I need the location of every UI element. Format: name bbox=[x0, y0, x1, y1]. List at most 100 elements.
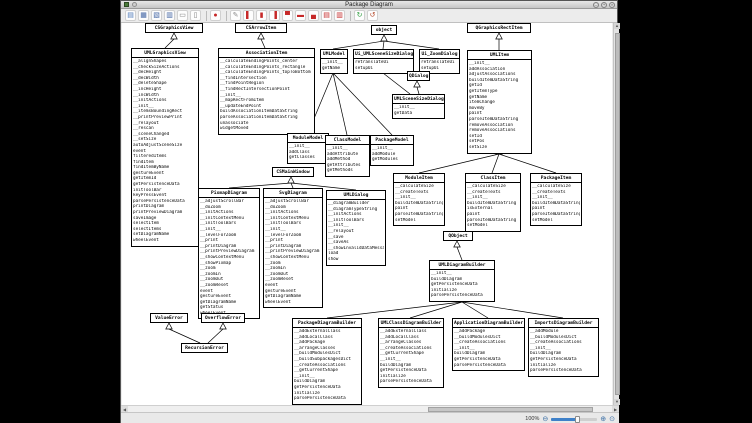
class-name: UMLDiagramBuilder bbox=[430, 261, 494, 270]
class-box-AssociationItem[interactable]: AssociationItem__calculateEndingPoints_c… bbox=[218, 48, 315, 135]
horizontal-scroll-thumb[interactable] bbox=[428, 407, 593, 412]
class-name: PixmapDiagram bbox=[199, 189, 259, 198]
horizontal-scrollbar[interactable]: ◀ ▶ bbox=[121, 405, 619, 412]
class-box-QObject[interactable]: QObject bbox=[443, 231, 473, 241]
class-member: setSize bbox=[469, 145, 530, 151]
toolbar: ▤▦▧▥▭▯●✎▌▮▐▀▬▄▤▥↻↺ bbox=[121, 9, 617, 23]
zoom-slider[interactable] bbox=[551, 415, 597, 423]
print-preview-icon[interactable]: ▯ bbox=[190, 10, 201, 21]
minimize-button[interactable]: – bbox=[593, 2, 599, 8]
class-member: parsePersistenceData bbox=[294, 396, 360, 402]
add-association-icon[interactable]: ✎ bbox=[230, 10, 241, 21]
class-box-ModuleItem[interactable]: ModuleItem__calculateSize__createTexts__… bbox=[393, 173, 445, 226]
align-bottom-icon[interactable]: ▄ bbox=[308, 10, 319, 21]
class-name: ModuleItem bbox=[394, 174, 444, 183]
align-hcenter-icon[interactable]: ▮ bbox=[256, 10, 267, 21]
class-box-UMLDialog[interactable]: UMLDialog__diagramBuilder__diagramTypeSt… bbox=[326, 190, 386, 266]
align-left-icon[interactable]: ▌ bbox=[243, 10, 254, 21]
class-box-CSMainWindow[interactable]: CSMainWindow bbox=[272, 167, 314, 177]
class-members: __addPackage__buildModulesDict__createAs… bbox=[453, 328, 524, 370]
class-members: __diagramBuilder__diagramTypeString__ini… bbox=[327, 200, 385, 265]
close-diagram-icon[interactable]: ● bbox=[210, 10, 221, 21]
class-box-ModuleModel[interactable]: ModuleModel__init__addClassgetClasses bbox=[287, 133, 329, 164]
save-icon[interactable]: ▦ bbox=[138, 10, 149, 21]
align-right-icon[interactable]: ▐ bbox=[269, 10, 280, 21]
class-member: __init__ bbox=[322, 60, 346, 66]
class-box-PackageItem[interactable]: PackageItem__calculateSize__createTexts_… bbox=[530, 173, 582, 226]
scroll-up-arrow[interactable]: ▲ bbox=[614, 23, 620, 29]
print-icon[interactable]: ▭ bbox=[177, 10, 188, 21]
class-members: __init__addAttributeaddMethodgetAttribut… bbox=[326, 145, 369, 176]
class-box-PackageDiagramBuilder[interactable]: PackageDiagramBuilder__addExternalClass_… bbox=[292, 318, 362, 405]
align-vcenter-icon[interactable]: ▬ bbox=[295, 10, 306, 21]
close-button[interactable]: × bbox=[609, 2, 615, 8]
distribute-horizontal-icon[interactable]: ▤ bbox=[321, 10, 332, 21]
class-name: CSMainWindow bbox=[273, 168, 313, 176]
toolbar-separator bbox=[226, 11, 227, 21]
class-box-QDialog[interactable]: QDialog bbox=[407, 71, 430, 81]
zoom-slider-handle[interactable] bbox=[575, 416, 580, 423]
zoom-in-icon[interactable]: ⊕ bbox=[600, 416, 606, 423]
class-box-PackageModel[interactable]: PackageModel__init__addModulegetModules bbox=[370, 135, 414, 166]
class-member: parsePersistenceData bbox=[454, 363, 523, 369]
maximize-button[interactable]: + bbox=[601, 2, 607, 8]
class-box-Ui_UMLSceneSizeDialog[interactable]: Ui_UMLSceneSizeDialogretranslateUisetupU… bbox=[353, 49, 414, 74]
relayout-icon[interactable]: ↻ bbox=[354, 10, 365, 21]
zoom-reset-icon[interactable]: ⊙ bbox=[609, 416, 615, 423]
class-members: __addExternalClass__addLocalClass__arran… bbox=[379, 328, 443, 387]
rescan-icon[interactable]: ↺ bbox=[367, 10, 378, 21]
class-name: ModuleModel bbox=[288, 134, 328, 143]
class-box-UMLDiagramBuilder[interactable]: UMLDiagramBuilder__init__buildDiagramget… bbox=[429, 260, 495, 302]
toolbar-separator bbox=[206, 11, 207, 21]
class-name: PackageDiagramBuilder bbox=[293, 319, 361, 328]
open-icon[interactable]: ▤ bbox=[125, 10, 136, 21]
class-member: getModules bbox=[372, 157, 412, 163]
class-name: AssociationItem bbox=[219, 49, 314, 58]
class-box-CSArrowItem[interactable]: CSArrowItem bbox=[235, 23, 287, 33]
vertical-scroll-thumb[interactable] bbox=[615, 33, 620, 396]
class-name: ImportsDiagramBuilder bbox=[529, 319, 598, 328]
class-member: parseItemDataString bbox=[532, 212, 580, 218]
class-box-UMLClassDiagramBuilder[interactable]: UMLClassDiagramBuilder__addExternalClass… bbox=[378, 318, 444, 388]
class-name: UMLClassDiagramBuilder bbox=[379, 319, 443, 328]
zoom-out-icon[interactable]: ⊖ bbox=[542, 416, 548, 423]
titlebar[interactable]: Package Diagram –+× bbox=[121, 1, 617, 9]
class-name: QObject bbox=[444, 232, 472, 240]
class-members: __adjustScrollBar__doZoom__initActions__… bbox=[199, 198, 259, 318]
class-box-ClassItem[interactable]: ClassItem__calculateSize__createTexts__i… bbox=[465, 173, 521, 232]
toolbar-separator bbox=[350, 11, 351, 21]
class-box-CSGraphicsView[interactable]: CSGraphicsView bbox=[145, 23, 203, 33]
class-box-SvgDiagram[interactable]: SvgDiagram__adjustScrollBar__doZoom__ini… bbox=[263, 188, 323, 308]
save-as-icon[interactable]: ▧ bbox=[151, 10, 162, 21]
class-box-ValueError[interactable]: ValueError bbox=[150, 313, 188, 323]
save-image-icon[interactable]: ▥ bbox=[164, 10, 175, 21]
class-member: widgetMoved bbox=[220, 126, 313, 132]
class-name: RecursionError bbox=[182, 344, 227, 352]
class-box-object[interactable]: object bbox=[371, 25, 397, 35]
class-member: setModel bbox=[532, 218, 580, 224]
class-name: UMLItem bbox=[468, 51, 531, 60]
class-box-OverflowError[interactable]: OverflowError bbox=[201, 313, 245, 323]
class-name: CSArrowItem bbox=[236, 24, 286, 32]
class-box-UMLModel[interactable]: UMLModel__init__getName bbox=[320, 49, 348, 74]
class-box-ClassModel[interactable]: ClassModel__init__addAttributeaddMethodg… bbox=[325, 135, 370, 177]
diagram-canvas[interactable]: CSGraphicsView CSArrowItem object QGraphics… bbox=[122, 23, 612, 405]
distribute-vertical-icon[interactable]: ▥ bbox=[334, 10, 345, 21]
class-box-UMLItem[interactable]: UMLItem__init__addAssociationadjustAssoc… bbox=[467, 50, 532, 154]
vertical-scrollbar[interactable]: ▲ ▼ bbox=[613, 23, 619, 405]
class-members: __calculateSize__createTexts__init__buil… bbox=[531, 183, 581, 225]
class-box-ImportsDiagramBuilder[interactable]: ImportsDiagramBuilder__addModule__buildM… bbox=[528, 318, 599, 377]
class-box-UMLSceneSizeDialog[interactable]: UMLSceneSizeDialog__init__getData bbox=[392, 94, 445, 119]
class-box-ApplicationDiagramBuilder[interactable]: ApplicationDiagramBuilder__addPackage__b… bbox=[452, 318, 525, 371]
class-box-QGraphicsRectItem[interactable]: QGraphicsRectItem bbox=[467, 23, 531, 33]
class-box-RecursionError[interactable]: RecursionError bbox=[181, 343, 228, 353]
class-members: __addExternalClass__addLocalClass__addPa… bbox=[293, 328, 361, 404]
class-name: UMLModel bbox=[321, 50, 347, 59]
align-top-icon[interactable]: ▀ bbox=[282, 10, 293, 21]
class-members: __calculateSize__createTexts__init__buil… bbox=[394, 183, 444, 225]
class-box-UMLGraphicsView[interactable]: UMLGraphicsView__alignShapes__checkSizeA… bbox=[131, 48, 199, 247]
class-name: ClassItem bbox=[466, 174, 520, 183]
class-box-PixmapDiagram[interactable]: PixmapDiagram__adjustScrollBar__doZoom__… bbox=[198, 188, 260, 319]
class-members: retranslateUisetupUi bbox=[354, 59, 413, 73]
class-member: show bbox=[328, 257, 384, 263]
